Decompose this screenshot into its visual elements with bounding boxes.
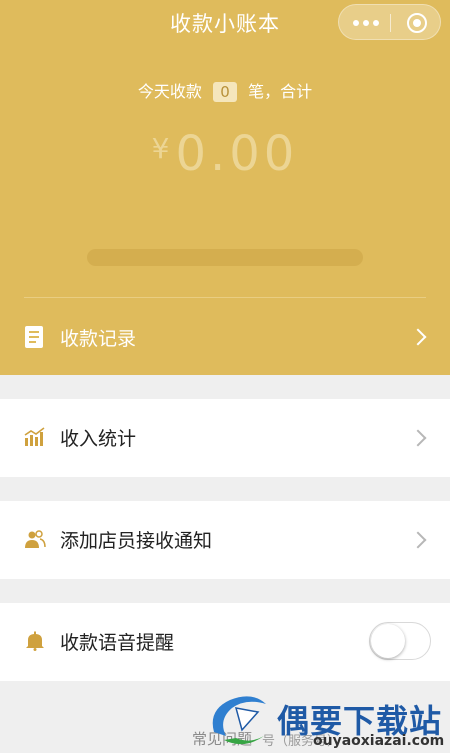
divider xyxy=(24,297,426,298)
summary-suffix: 笔，合计 xyxy=(248,82,313,101)
total-amount: ¥0.00 xyxy=(0,126,450,182)
payment-count-badge: 0 xyxy=(213,82,237,102)
more-dots-icon[interactable] xyxy=(353,20,379,26)
payment-records-label: 收款记录 xyxy=(60,328,137,350)
today-summary: 今天收款 0 笔，合计 xyxy=(0,78,450,102)
payment-records-row[interactable]: 收款记录 xyxy=(0,300,450,372)
bar-chart-icon xyxy=(24,427,45,446)
watermark-url: ouyaoxiazai.com xyxy=(313,733,445,749)
watermark-logo xyxy=(212,696,266,745)
document-icon xyxy=(25,326,43,348)
target-circle-icon[interactable] xyxy=(407,13,427,33)
header-area: 收款小账本 今天收款 0 笔，合计 ¥0.00 收款记录 xyxy=(0,0,450,375)
people-icon xyxy=(25,530,46,548)
chevron-right-icon xyxy=(409,429,427,447)
currency-symbol: ¥ xyxy=(151,132,170,165)
bell-icon xyxy=(26,631,44,651)
amount-value: 0.00 xyxy=(175,126,299,182)
add-staff-row[interactable]: 添加店员接收通知 xyxy=(0,501,450,579)
mini-program-capsule xyxy=(338,4,441,40)
add-staff-label: 添加店员接收通知 xyxy=(60,530,213,552)
income-stats-label: 收入统计 xyxy=(60,428,137,450)
voice-alert-row: 收款语音提醒 xyxy=(0,603,450,681)
voice-alert-label: 收款语音提醒 xyxy=(60,632,175,654)
chevron-right-icon xyxy=(409,328,427,346)
capsule-divider xyxy=(390,14,391,32)
summary-prefix: 今天收款 xyxy=(137,82,202,101)
progress-bar xyxy=(87,249,363,266)
toggle-knob xyxy=(371,624,405,658)
income-stats-row[interactable]: 收入统计 xyxy=(0,399,450,477)
voice-alert-toggle[interactable] xyxy=(369,622,431,660)
chevron-right-icon xyxy=(409,531,427,549)
